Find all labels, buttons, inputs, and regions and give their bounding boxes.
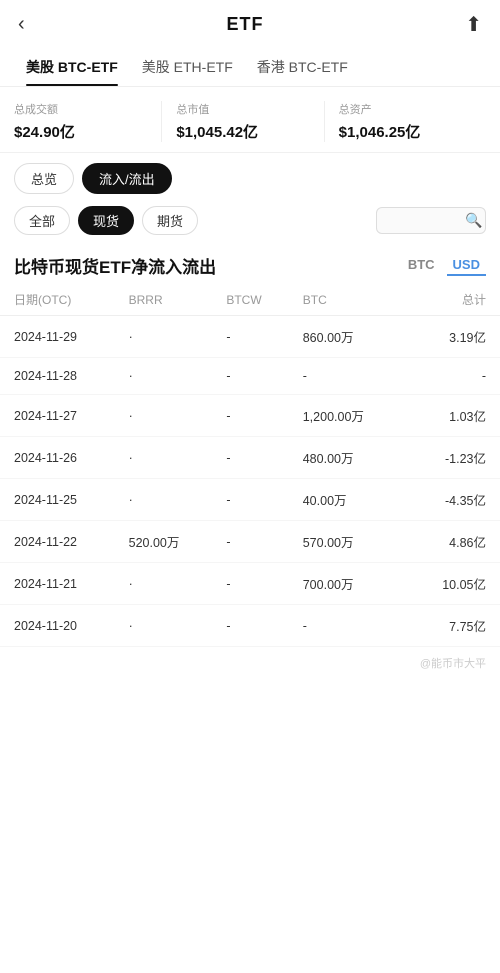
- table-row: 2024-11-28 · - - -: [0, 358, 500, 395]
- cell-total: 3.19亿: [401, 316, 500, 358]
- filter-spot-button[interactable]: 现货: [78, 206, 134, 235]
- cell-brrr: ·: [115, 563, 213, 605]
- cell-btcw: -: [212, 358, 288, 395]
- watermark: @能币市大平: [0, 647, 500, 679]
- search-box[interactable]: 🔍: [376, 207, 486, 234]
- cell-btc: 570.00万: [289, 521, 401, 563]
- stat-volume-value: $24.90亿: [14, 121, 153, 142]
- section-title: 比特币现货ETF净流入流出 BTC USD: [0, 243, 500, 284]
- stat-volume: 总成交额 $24.90亿: [14, 101, 161, 142]
- col-total: 总计: [401, 284, 500, 316]
- etf-table: 日期(OTC) BRRR BTCW BTC 总计 2024-11-29 · - …: [0, 284, 500, 647]
- cell-total: 7.75亿: [401, 605, 500, 647]
- stat-total-assets: 总资产 $1,046.25亿: [324, 101, 486, 142]
- cell-total: -4.35亿: [401, 479, 500, 521]
- col-btc: BTC: [289, 284, 401, 316]
- cell-btc: 860.00万: [289, 316, 401, 358]
- cell-total: -: [401, 358, 500, 395]
- page-title: ETF: [226, 14, 263, 35]
- filter-row-1: 总览 流入/流出: [0, 153, 500, 200]
- cell-date: 2024-11-21: [0, 563, 115, 605]
- cell-total: 1.03亿: [401, 395, 500, 437]
- stat-total-assets-label: 总资产: [339, 101, 478, 117]
- cell-total: 4.86亿: [401, 521, 500, 563]
- cell-total: 10.05亿: [401, 563, 500, 605]
- cell-btc: -: [289, 358, 401, 395]
- table-row: 2024-11-21 · - 700.00万 10.05亿: [0, 563, 500, 605]
- cell-date: 2024-11-25: [0, 479, 115, 521]
- cell-btc: 1,200.00万: [289, 395, 401, 437]
- table-row: 2024-11-20 · - - 7.75亿: [0, 605, 500, 647]
- cell-date: 2024-11-28: [0, 358, 115, 395]
- share-button[interactable]: ⬆: [465, 12, 482, 37]
- search-icon: 🔍: [465, 212, 482, 229]
- tab-hk-btc-etf[interactable]: 香港 BTC-ETF: [245, 47, 360, 86]
- cell-btcw: -: [212, 521, 288, 563]
- currency-btc-button[interactable]: BTC: [402, 255, 441, 276]
- table-row: 2024-11-26 · - 480.00万 -1.23亿: [0, 437, 500, 479]
- back-button[interactable]: ‹: [18, 13, 25, 36]
- cell-date: 2024-11-27: [0, 395, 115, 437]
- filter-inflow-button[interactable]: 流入/流出: [82, 163, 172, 194]
- search-input[interactable]: [385, 214, 465, 228]
- cell-btcw: -: [212, 605, 288, 647]
- tab-btc-etf[interactable]: 美股 BTC-ETF: [14, 47, 130, 86]
- col-btcw: BTCW: [212, 284, 288, 316]
- table-row: 2024-11-27 · - 1,200.00万 1.03亿: [0, 395, 500, 437]
- cell-date: 2024-11-22: [0, 521, 115, 563]
- cell-brrr: ·: [115, 605, 213, 647]
- table-row: 2024-11-22 520.00万 - 570.00万 4.86亿: [0, 521, 500, 563]
- stat-market-cap-value: $1,045.42亿: [176, 121, 315, 142]
- cell-btc: 700.00万: [289, 563, 401, 605]
- cell-date: 2024-11-26: [0, 437, 115, 479]
- cell-date: 2024-11-20: [0, 605, 115, 647]
- cell-brrr: ·: [115, 437, 213, 479]
- filter-futures-button[interactable]: 期货: [142, 206, 198, 235]
- cell-brrr: ·: [115, 479, 213, 521]
- cell-btcw: -: [212, 395, 288, 437]
- table-header-row: 日期(OTC) BRRR BTCW BTC 总计: [0, 284, 500, 316]
- currency-usd-button[interactable]: USD: [447, 255, 486, 276]
- section-title-text: 比特币现货ETF净流入流出: [14, 253, 216, 278]
- cell-btc: 480.00万: [289, 437, 401, 479]
- cell-btc: -: [289, 605, 401, 647]
- cell-btcw: -: [212, 316, 288, 358]
- col-date: 日期(OTC): [0, 284, 115, 316]
- stats-row: 总成交额 $24.90亿 总市值 $1,045.42亿 总资产 $1,046.2…: [0, 87, 500, 153]
- cell-btc: 40.00万: [289, 479, 401, 521]
- filter-all-button[interactable]: 全部: [14, 206, 70, 235]
- filter-row-2: 全部 现货 期货 🔍: [0, 200, 500, 243]
- stat-total-assets-value: $1,046.25亿: [339, 121, 478, 142]
- cell-btcw: -: [212, 563, 288, 605]
- table-row: 2024-11-29 · - 860.00万 3.19亿: [0, 316, 500, 358]
- cell-brrr: 520.00万: [115, 521, 213, 563]
- col-brrr: BRRR: [115, 284, 213, 316]
- table-row: 2024-11-25 · - 40.00万 -4.35亿: [0, 479, 500, 521]
- primary-tabs: 美股 BTC-ETF 美股 ETH-ETF 香港 BTC-ETF: [0, 47, 500, 87]
- tab-eth-etf[interactable]: 美股 ETH-ETF: [130, 47, 245, 86]
- cell-btcw: -: [212, 479, 288, 521]
- currency-toggle: BTC USD: [402, 255, 486, 276]
- cell-brrr: ·: [115, 316, 213, 358]
- header: ‹ ETF ⬆: [0, 0, 500, 47]
- filter-overview-button[interactable]: 总览: [14, 163, 74, 194]
- cell-date: 2024-11-29: [0, 316, 115, 358]
- cell-brrr: ·: [115, 395, 213, 437]
- cell-brrr: ·: [115, 358, 213, 395]
- cell-total: -1.23亿: [401, 437, 500, 479]
- stat-market-cap: 总市值 $1,045.42亿: [161, 101, 323, 142]
- cell-btcw: -: [212, 437, 288, 479]
- stat-volume-label: 总成交额: [14, 101, 153, 117]
- stat-market-cap-label: 总市值: [176, 101, 315, 117]
